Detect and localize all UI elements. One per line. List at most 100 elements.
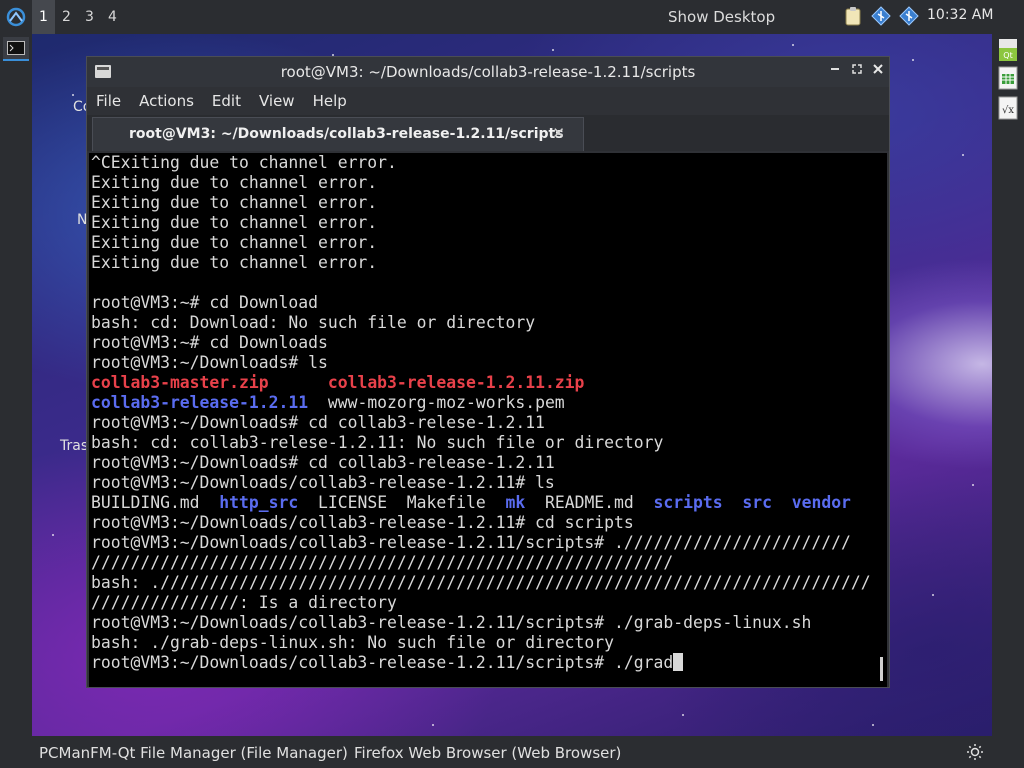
terminal-text-segment: root@VM3:~# cd Downloads [91,333,328,352]
terminal-line: bash: cd: Download: No such file or dire… [91,313,871,333]
terminal-text-segment: root@VM3:~/Downloads# cd collab3-relese-… [91,413,545,432]
desktop-switch-1[interactable]: 1 [32,0,55,34]
svg-text:√x: √x [1002,105,1014,116]
wallpaper-star [72,94,74,96]
app-menu-button[interactable] [0,0,32,34]
terminal-text-segment: README.md [525,493,654,512]
lxqt-logo-icon [6,7,26,27]
clipboard-icon[interactable] [842,5,864,27]
clock[interactable]: 10:32 AM [927,7,993,23]
terminal-ls-entry: mk [505,493,526,512]
desktop-icon-label[interactable]: Tras [60,438,88,454]
terminal-launcher-icon[interactable] [3,37,29,61]
terminal-line: collab3-release-1.2.11 www-mozorg-moz-wo… [91,393,871,413]
terminal-scrollbar[interactable] [880,657,883,681]
close-button[interactable] [870,63,886,79]
right-dock: Qt √x [992,34,1024,736]
terminal-text-segment: LICENSE Makefile [298,493,506,512]
top-panel: 1 2 3 4 Show Desktop 10:32 AM [0,0,1024,34]
task-file-manager[interactable]: PCManFM-Qt File Manager (File Manager) [39,744,348,762]
terminal-line: root@VM3:~/Downloads# cd collab3-release… [91,453,871,473]
menu-help[interactable]: Help [313,92,347,110]
terminal-text-segment: BUILDING.md [91,493,220,512]
terminal-text-segment: Exiting due to channel error. [91,193,378,212]
task-firefox[interactable]: Firefox Web Browser (Web Browser) [354,744,621,762]
terminal-text-segment: root@VM3:~/Downloads/collab3-release-1.2… [91,653,674,672]
menu-file[interactable]: File [96,92,121,110]
terminal-ls-entry: scripts [653,493,723,512]
minimize-button[interactable] [827,63,843,79]
formula-icon[interactable]: √x [998,96,1018,120]
wallpaper-star [432,724,434,726]
terminal-text-segment: Exiting due to channel error. [91,173,378,192]
menu-edit[interactable]: Edit [212,92,241,110]
terminal-output[interactable]: ^CExiting due to channel error. Exiting d… [89,153,887,687]
maximize-button[interactable] [849,63,865,79]
terminal-window: root@VM3: ~/Downloads/collab3-release-1.… [86,56,890,688]
menu-view[interactable]: View [259,92,295,110]
terminal-line: root@VM3:~/Downloads/collab3-release-1.2… [91,473,871,493]
terminal-line: bash: cd: collab3-relese-1.2.11: No such… [91,433,871,453]
terminal-line: BUILDING.md http_src LICENSE Makefile mk… [91,493,871,513]
network-icon[interactable] [870,5,892,27]
terminal-text-segment: ////////////////////////////////////////… [91,553,674,572]
terminal-tab[interactable]: root@VM3: ~/Downloads/collab3-release-1.… [92,117,584,151]
terminal-text-segment: bash: ./grab-deps-linux.sh: No such file… [91,633,615,652]
desktop-switch-3[interactable]: 3 [78,0,101,34]
wallpaper-star [962,154,964,156]
desktop-switch-2[interactable]: 2 [55,0,78,34]
terminal-ls-entry: collab3-release-1.2.11 [91,393,309,412]
wallpaper-star [552,49,554,51]
left-dock [0,34,32,736]
wallpaper-star [872,724,874,726]
terminal-text-segment: bash: cd: collab3-relese-1.2.11: No such… [91,433,664,452]
terminal-text-segment: root@VM3:~/Downloads/collab3-release-1.2… [91,513,634,532]
system-tray [842,5,920,27]
window-titlebar[interactable]: root@VM3: ~/Downloads/collab3-release-1.… [87,57,889,87]
window-title: root@VM3: ~/Downloads/collab3-release-1.… [280,63,696,81]
wallpaper-star [52,534,54,536]
svg-text:Qt: Qt [1003,51,1012,60]
terminal-line: ////////////////////////////////////////… [91,553,871,573]
terminal-line: root@VM3:~/Downloads/collab3-release-1.2… [91,613,871,633]
terminal-line: root@VM3:~/Downloads# ls [91,353,871,373]
terminal-line: Exiting due to channel error. [91,253,871,273]
terminal-ls-entry: collab3-master.zip [91,373,269,392]
desktop-switch-4[interactable]: 4 [101,0,124,34]
terminal-line: collab3-master.zip collab3-release-1.2.1… [91,373,871,393]
brightness-icon[interactable] [966,743,984,761]
terminal-text-segment: root@VM3:~/Downloads# cd collab3-release… [91,453,555,472]
network-icon[interactable] [898,5,920,27]
wallpaper-star [682,714,684,716]
terminal-line: Exiting due to channel error. [91,213,871,233]
terminal-ls-entry: collab3-release-1.2.11.zip [327,373,585,392]
terminal-text-segment: root@VM3:~# cd Download [91,293,318,312]
tab-close-icon[interactable]: ✕ [552,124,565,142]
wallpaper-star [792,44,794,46]
terminal-line: Exiting due to channel error. [91,173,871,193]
terminal-text-segment: www-mozorg-moz-works.pem [308,393,565,412]
terminal-text: ^CExiting due to channel error. Exiting d… [91,153,871,673]
terminal-line: root@VM3:~/Downloads/collab3-release-1.2… [91,653,871,673]
terminal-text-segment: Exiting due to channel error. [91,233,378,252]
terminal-ls-entry: http_src [219,493,299,512]
qt-icon[interactable]: Qt [998,38,1018,62]
show-desktop-button[interactable]: Show Desktop [668,8,775,26]
terminal-text-segment: bash: cd: Download: No such file or dire… [91,313,536,332]
terminal-text-segment: ^CExiting due to channel error. [91,153,397,172]
terminal-text-segment: root@VM3:~/Downloads/collab3-release-1.2… [91,613,812,632]
terminal-text-segment: Exiting due to channel error. [91,213,378,232]
wallpaper-star [932,594,934,596]
terminal-line: bash: ./////////////////////////////////… [91,573,871,593]
terminal-line: root@VM3:~# cd Downloads [91,333,871,353]
terminal-line: root@VM3:~/Downloads/collab3-release-1.2… [91,513,871,533]
terminal-cursor [673,653,684,671]
spreadsheet-icon[interactable] [998,66,1018,90]
terminal-text-segment: ///////////////: Is a directory [91,593,397,612]
terminal-text-segment: root@VM3:~/Downloads/collab3-release-1.2… [91,473,555,492]
menu-actions[interactable]: Actions [139,92,194,110]
